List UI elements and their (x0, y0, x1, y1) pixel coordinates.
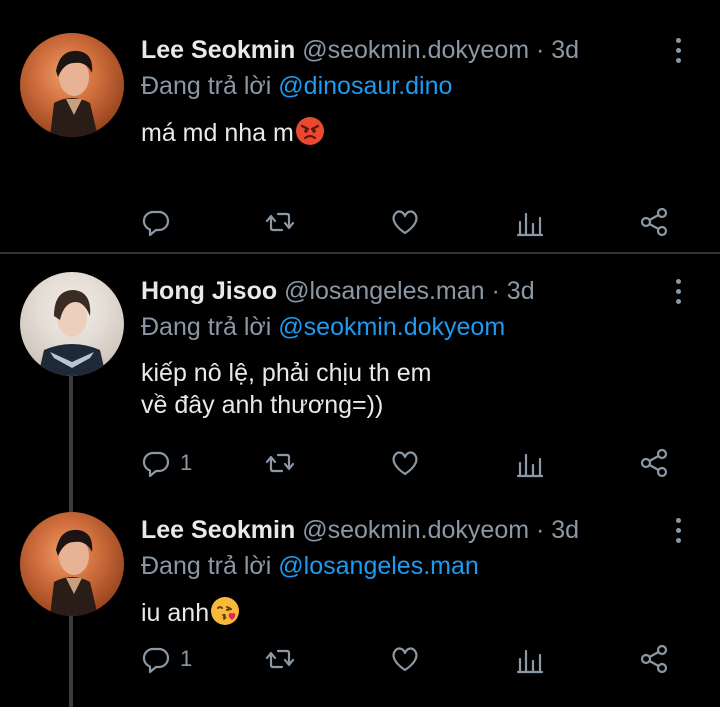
reply-count: 1 (180, 450, 193, 475)
more-icon[interactable] (673, 38, 683, 66)
angry-face-icon (295, 117, 324, 145)
like-icon (392, 451, 418, 476)
reply-context: Đang trả lời @losangeles.man (141, 551, 479, 581)
tweet-header: Hong Jisoo @losangeles.man · 3d (141, 276, 535, 306)
like-button[interactable] (389, 639, 421, 679)
display-name[interactable]: Lee Seokmin (141, 36, 295, 64)
separator-dot: · (491, 277, 500, 305)
share-button[interactable] (638, 202, 670, 242)
display-name[interactable]: Hong Jisoo (141, 277, 277, 305)
avatar[interactable] (20, 512, 124, 616)
analytics-button[interactable] (514, 443, 546, 483)
share-button[interactable] (638, 639, 670, 679)
like-button[interactable] (389, 202, 421, 242)
reply-icon (142, 451, 170, 478)
tweet[interactable]: Lee Seokmin @seokmin.dokyeom · 3d Đang t… (0, 0, 720, 252)
more-icon[interactable] (673, 279, 683, 307)
reply-prefix: Đang trả lời (141, 552, 272, 580)
avatar[interactable] (20, 272, 124, 376)
reply-icon (142, 210, 170, 237)
analytics-button[interactable] (514, 202, 546, 242)
tweet-header: Lee Seokmin @seokmin.dokyeom · 3d (141, 35, 579, 65)
tweet-text-line: về đây anh thương=)) (141, 391, 384, 419)
display-name[interactable]: Lee Seokmin (141, 516, 295, 544)
timestamp[interactable]: 3d (551, 36, 579, 64)
reply-context: Đang trả lời @seokmin.dokyeom (141, 312, 505, 342)
retweet-button[interactable] (264, 202, 296, 242)
tweet-text: kiếp nô lệ, phải chịu th em về đây anh t… (141, 357, 431, 421)
tweet-header: Lee Seokmin @seokmin.dokyeom · 3d (141, 515, 579, 545)
separator-dot: · (536, 36, 545, 64)
tweet[interactable]: Hong Jisoo @losangeles.man · 3d Đang trả… (0, 253, 720, 491)
reply-prefix: Đang trả lời (141, 313, 272, 341)
mention-link[interactable]: @losangeles.man (278, 552, 479, 580)
reply-button[interactable] (140, 202, 180, 242)
analytics-icon (516, 453, 544, 478)
retweet-icon (265, 649, 295, 669)
username[interactable]: @seokmin.dokyeom (302, 516, 529, 544)
reply-count: 1 (180, 646, 193, 671)
more-icon[interactable] (673, 518, 683, 546)
retweet-button[interactable] (264, 639, 296, 679)
reply-prefix: Đang trả lời (141, 72, 272, 100)
like-button[interactable] (389, 443, 421, 483)
reply-button[interactable]: 1 (140, 639, 192, 679)
tweet-actions: 1 (0, 443, 720, 483)
tweet[interactable]: Lee Seokmin @seokmin.dokyeom · 3d Đang t… (0, 491, 720, 707)
avatar[interactable] (20, 33, 124, 137)
analytics-icon (516, 212, 544, 237)
tweet-text-line: kiếp nô lệ, phải chịu th em (141, 359, 432, 387)
mention-link[interactable]: @dinosaur.dino (278, 72, 452, 100)
like-icon (392, 647, 418, 672)
reply-button[interactable]: 1 (140, 443, 192, 483)
tweet-actions (0, 202, 720, 242)
tweet-text-line: iu anh (141, 599, 210, 627)
tweet-text: má md nha m (141, 116, 325, 149)
tweet-actions: 1 (0, 639, 720, 679)
mention-link[interactable]: @seokmin.dokyeom (278, 313, 505, 341)
face-blowing-kiss-icon (211, 597, 240, 625)
retweet-icon (265, 453, 295, 473)
separator-dot: · (536, 516, 545, 544)
username[interactable]: @losangeles.man (284, 277, 485, 305)
share-icon (640, 644, 668, 674)
analytics-icon (516, 649, 544, 674)
retweet-button[interactable] (264, 443, 296, 483)
timestamp[interactable]: 3d (507, 277, 535, 305)
retweet-icon (265, 212, 295, 232)
tweet-text-line: má md nha m (141, 119, 294, 147)
like-icon (392, 210, 418, 235)
share-icon (640, 448, 668, 478)
reply-icon (142, 647, 170, 674)
share-icon (640, 207, 668, 237)
username[interactable]: @seokmin.dokyeom (302, 36, 529, 64)
analytics-button[interactable] (514, 639, 546, 679)
reply-context: Đang trả lời @dinosaur.dino (141, 71, 452, 101)
timestamp[interactable]: 3d (551, 516, 579, 544)
tweet-text: iu anh (141, 596, 240, 629)
share-button[interactable] (638, 443, 670, 483)
